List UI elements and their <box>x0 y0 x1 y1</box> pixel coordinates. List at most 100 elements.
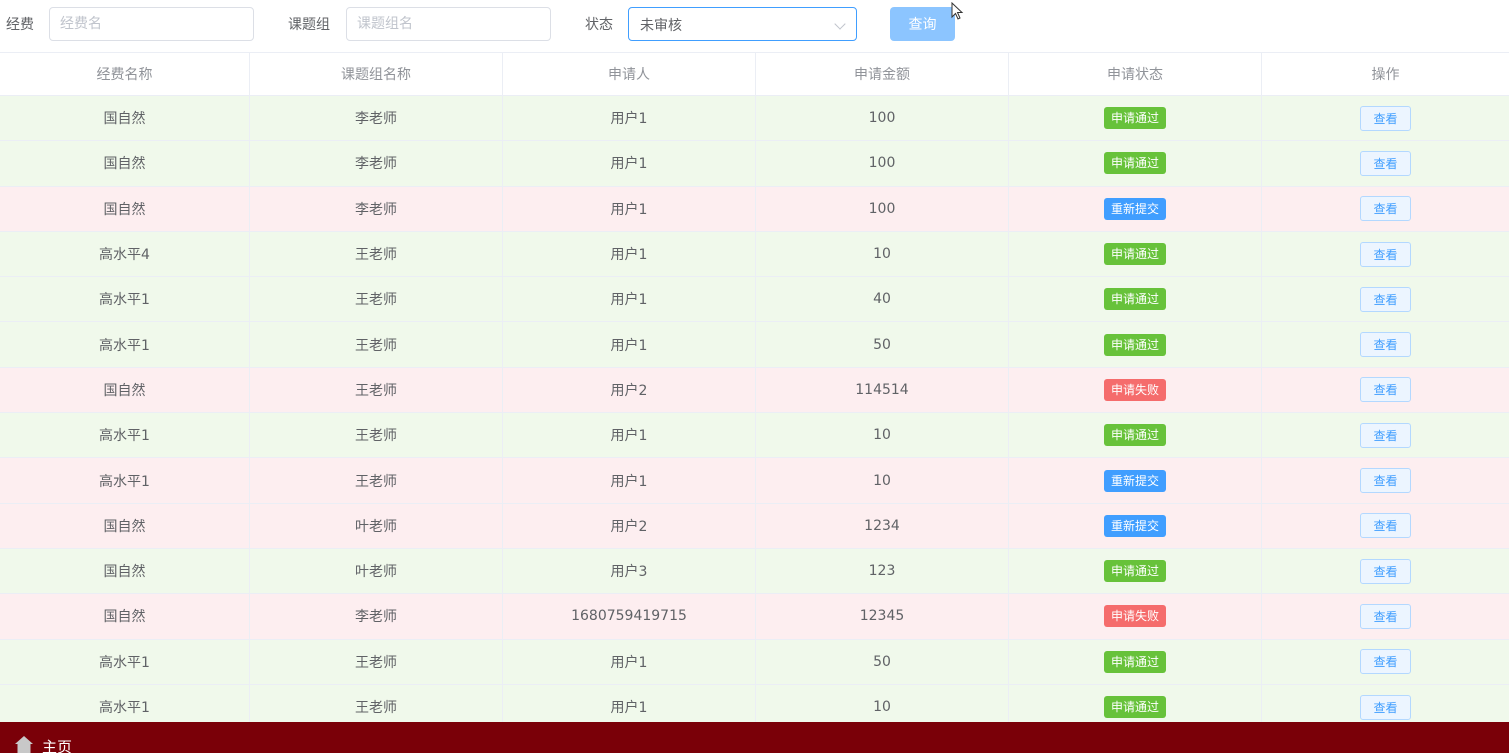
cell-group-name: 王老师 <box>250 277 503 322</box>
status-badge: 申请通过 <box>1103 560 1166 583</box>
cell-applicant: 1680759419715 <box>503 594 756 639</box>
cell-applicant: 用户1 <box>503 639 756 684</box>
view-button[interactable]: 查看 <box>1360 286 1411 312</box>
table-header: 经费名称 课题组名称 申请人 申请金额 申请状态 操作 <box>0 52 1509 96</box>
cell-amount: 10 <box>756 231 1009 277</box>
status-badge: 申请失败 <box>1103 605 1166 628</box>
view-button[interactable]: 查看 <box>1360 422 1411 448</box>
view-button[interactable]: 查看 <box>1360 694 1411 720</box>
table-row: 高水平1 王老师 用户1 50 申请通过 查看 <box>0 639 1509 685</box>
table-row: 国自然 李老师 用户1 100 重新提交 查看 <box>0 186 1509 232</box>
status-badge: 申请通过 <box>1103 333 1166 356</box>
cell-fund-name: 高水平1 <box>0 458 250 503</box>
cell-group-name: 王老师 <box>250 231 503 277</box>
cell-action: 查看 <box>1262 549 1509 593</box>
status-badge: 重新提交 <box>1103 469 1166 492</box>
cell-action: 查看 <box>1262 458 1509 502</box>
cell-amount: 10 <box>756 413 1009 458</box>
cell-fund-name: 国自然 <box>0 503 250 548</box>
cell-amount: 50 <box>756 322 1009 367</box>
view-button[interactable]: 查看 <box>1360 468 1411 494</box>
table-row: 国自然 王老师 用户2 114514 申请失败 查看 <box>0 367 1509 414</box>
cell-amount: 114514 <box>756 367 1009 413</box>
status-label: 状态 <box>585 17 613 33</box>
status-select[interactable]: 未审核 <box>628 7 857 41</box>
view-button[interactable]: 查看 <box>1360 603 1411 629</box>
view-button[interactable]: 查看 <box>1360 150 1411 176</box>
cell-status: 重新提交 <box>1009 503 1262 548</box>
cell-fund-name: 国自然 <box>0 548 250 594</box>
cell-fund-name: 国自然 <box>0 96 250 141</box>
cell-action: 查看 <box>1262 322 1509 366</box>
cell-group-name: 李老师 <box>250 141 503 186</box>
cell-fund-name: 国自然 <box>0 594 250 639</box>
table-row: 高水平1 王老师 用户1 10 申请通过 查看 <box>0 413 1509 459</box>
group-name-input[interactable] <box>346 7 551 41</box>
table-row: 高水平4 王老师 用户1 10 申请通过 查看 <box>0 231 1509 278</box>
header-action: 操作 <box>1371 67 1400 83</box>
cell-applicant: 用户1 <box>503 141 756 186</box>
status-badge: 申请通过 <box>1103 107 1166 130</box>
header-group-name: 课题组名称 <box>250 53 503 95</box>
cell-applicant: 用户3 <box>503 548 756 594</box>
cell-amount: 100 <box>756 96 1009 141</box>
header-fund-name: 经费名称 <box>0 53 250 95</box>
table-row: 国自然 叶老师 用户3 123 申请通过 查看 <box>0 548 1509 595</box>
cell-group-name: 王老师 <box>250 458 503 503</box>
footer-bar: 主页 <box>0 722 1509 753</box>
fund-name-input[interactable] <box>49 7 254 41</box>
table-row: 高水平1 王老师 用户1 50 申请通过 查看 <box>0 322 1509 368</box>
header-applicant: 申请人 <box>503 53 756 95</box>
cell-fund-name: 国自然 <box>0 186 250 231</box>
cell-applicant: 用户1 <box>503 231 756 277</box>
cell-amount: 100 <box>756 186 1009 231</box>
cell-status: 申请失败 <box>1009 594 1262 639</box>
chevron-down-icon <box>834 18 846 30</box>
table-row: 国自然 李老师 用户1 100 申请通过 查看 <box>0 141 1509 187</box>
cell-group-name: 李老师 <box>250 594 503 639</box>
cell-amount: 12345 <box>756 594 1009 639</box>
cell-applicant: 用户2 <box>503 367 756 413</box>
table-row: 国自然 李老师 1680759419715 12345 申请失败 查看 <box>0 594 1509 640</box>
table-row: 国自然 叶老师 用户2 1234 重新提交 查看 <box>0 503 1509 549</box>
view-button[interactable]: 查看 <box>1360 196 1411 222</box>
view-button[interactable]: 查看 <box>1360 332 1411 358</box>
view-button[interactable]: 查看 <box>1360 558 1411 584</box>
home-icon[interactable] <box>14 735 34 753</box>
filter-bar: 经费 课题组 状态 未审核 查询 <box>0 0 1509 52</box>
cell-applicant: 用户1 <box>503 277 756 322</box>
cell-status: 重新提交 <box>1009 186 1262 231</box>
home-nav-link[interactable]: 主页 <box>42 736 72 753</box>
cell-group-name: 李老师 <box>250 96 503 141</box>
view-button[interactable]: 查看 <box>1360 105 1411 131</box>
cell-action: 查看 <box>1262 141 1509 185</box>
cell-status: 申请通过 <box>1009 413 1262 458</box>
header-amount: 申请金额 <box>756 53 1009 95</box>
cell-amount: 1234 <box>756 503 1009 548</box>
cell-action: 查看 <box>1262 187 1509 231</box>
cell-amount: 50 <box>756 639 1009 684</box>
cell-group-name: 王老师 <box>250 367 503 413</box>
view-button[interactable]: 查看 <box>1360 513 1411 539</box>
view-button[interactable]: 查看 <box>1360 377 1411 403</box>
cell-action: 查看 <box>1262 232 1509 276</box>
cell-status: 申请通过 <box>1009 548 1262 594</box>
cell-amount: 100 <box>756 141 1009 186</box>
mouse-cursor-icon <box>951 2 964 20</box>
cell-action: 查看 <box>1262 96 1509 140</box>
cell-fund-name: 国自然 <box>0 367 250 413</box>
table-row: 高水平1 王老师 用户1 10 重新提交 查看 <box>0 458 1509 504</box>
view-button[interactable]: 查看 <box>1360 241 1411 267</box>
cell-action: 查看 <box>1262 594 1509 638</box>
cell-action: 查看 <box>1262 504 1509 548</box>
query-button[interactable]: 查询 <box>890 7 955 41</box>
fund-label: 经费 <box>6 17 34 33</box>
group-label: 课题组 <box>288 17 330 33</box>
cell-applicant: 用户1 <box>503 96 756 141</box>
cell-status: 申请通过 <box>1009 639 1262 684</box>
cell-action: 查看 <box>1262 368 1509 412</box>
view-button[interactable]: 查看 <box>1360 649 1411 675</box>
table-body: 国自然 李老师 用户1 100 申请通过 查看 国自然 李老师 用户1 100 申请通过 查看 国自然李… <box>0 96 1509 731</box>
table-row: 国自然 李老师 用户1 100 申请通过 查看 <box>0 96 1509 142</box>
status-badge: 申请通过 <box>1103 243 1166 266</box>
